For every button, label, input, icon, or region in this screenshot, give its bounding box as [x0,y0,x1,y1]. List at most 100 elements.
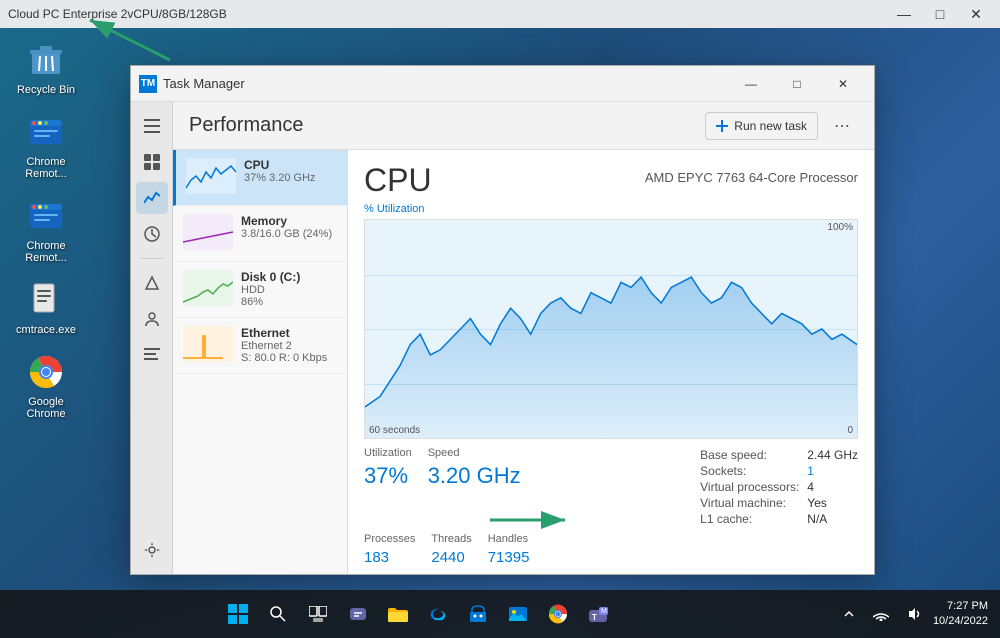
teams-button[interactable]: T M [580,596,616,632]
desktop-icon-chrome2[interactable]: Chrome Remot... [10,192,82,268]
tm-window-controls: — □ ✕ [728,66,866,102]
ethernet-resource-line2: S: 80.0 R: 0 Kbps [241,352,337,364]
chart-label-0: 0 [847,425,853,436]
ethernet-mini-chart [183,326,233,362]
speed-stat-value: 3.20 GHz [428,463,521,489]
svg-text:M: M [601,608,607,615]
proc-stats-row: Processes 183 Threads 2440 Handles 71395 [364,533,858,566]
outer-close-btn[interactable]: ✕ [960,4,992,24]
desktop-icon-chrome1[interactable]: Chrome Remot... [10,108,82,184]
tm-body: Performance Run new task ⋯ [131,102,874,574]
disk-resource-name: Disk 0 (C:) [241,270,337,284]
sidebar-icon-processes[interactable] [136,146,168,178]
resource-item-disk[interactable]: Disk 0 (C:) HDD 86% [173,262,347,318]
chart-label-100: 100% [827,222,853,233]
photos-icon [508,604,528,624]
resource-list: CPU 37% 3.20 GHz Memory [173,150,348,574]
search-button[interactable] [260,596,296,632]
outer-minimize-btn[interactable]: — [888,4,920,24]
start-button[interactable] [220,596,256,632]
resource-item-ethernet[interactable]: Ethernet Ethernet 2 S: 80.0 R: 0 Kbps [173,318,347,374]
disk-resource-info: Disk 0 (C:) HDD 86% [241,270,337,308]
system-clock[interactable]: 7:27 PM 10/24/2022 [933,599,988,630]
base-speed-label: Base speed: [700,447,807,463]
cpu-detail-header: CPU AMD EPYC 7763 64-Core Processor [364,162,858,199]
memory-mini-chart [183,214,233,250]
cpu-mini-chart [186,158,236,194]
tm-sidebar [131,102,173,574]
sidebar-icon-startup[interactable] [136,267,168,299]
performance-title: Performance [189,114,705,137]
grid-line-25 [365,384,857,385]
resource-item-cpu[interactable]: CPU 37% 3.20 GHz [173,150,347,206]
tm-minimize-btn[interactable]: — [728,66,774,102]
network-icon-btn[interactable] [869,602,893,626]
folder-icon [388,606,408,622]
store-button[interactable] [460,596,496,632]
google-chrome-label: Google Chrome [14,396,78,420]
desktop-icon-chrome[interactable]: Google Chrome [10,348,82,424]
resource-item-memory[interactable]: Memory 3.8/16.0 GB (24%) [173,206,347,262]
edge-button[interactable] [420,596,456,632]
taskbar: T M [0,590,1000,638]
sidebar-icon-menu[interactable] [136,110,168,142]
utilization-stat-value: 37% [364,463,412,489]
chat-button[interactable] [340,596,376,632]
clock-date: 10/24/2022 [933,614,988,629]
svg-text:T: T [592,613,597,622]
chat-icon [348,604,368,624]
cpu-title: CPU [364,162,432,199]
tm-app-icon: TM [139,75,157,93]
grid-line-75 [365,275,857,276]
outer-window-controls: — □ ✕ [888,4,992,24]
network-icon [873,607,889,621]
handles-label: Handles [488,533,530,545]
tm-maximize-btn[interactable]: □ [774,66,820,102]
cpu-detail-title: CPU [364,162,432,199]
tm-main-content: Performance Run new task ⋯ [173,102,874,574]
tm-title-text: Task Manager [163,76,245,91]
photos-button[interactable] [500,596,536,632]
run-new-task-btn[interactable]: Run new task [705,112,818,140]
more-options-btn[interactable]: ⋯ [826,112,858,140]
processes-value: 183 [364,549,415,566]
vm-row: Virtual machine: Yes [700,495,858,511]
vp-label: Virtual processors: [700,479,807,495]
search-icon [269,605,287,623]
memory-resource-name: Memory [241,214,337,228]
processes-label: Processes [364,533,415,545]
cpu-chart: 100% 60 seconds 0 [364,219,858,439]
recycle-bin-label: Recycle Bin [17,84,75,96]
utilization-stat-label: Utilization [364,447,412,459]
ethernet-resource-name: Ethernet [241,326,337,340]
explorer-button[interactable] [380,596,416,632]
threads-value: 2440 [431,549,471,566]
sidebar-icon-settings[interactable] [136,534,168,566]
recycle-bin-icon [26,40,66,80]
desktop-icon-cmtrace[interactable]: cmtrace.exe [10,276,82,340]
tm-content-area: CPU 37% 3.20 GHz Memory [173,150,874,574]
right-stats-table: Base speed: 2.44 GHz Sockets: 1 Virtual … [700,447,858,527]
cpu-resource-name: CPU [244,158,337,172]
volume-icon-btn[interactable] [901,602,925,626]
ethernet-resource-line1: Ethernet 2 [241,340,337,352]
vp-value: 4 [807,479,858,495]
sidebar-icon-apphistory[interactable] [136,218,168,250]
tm-close-btn[interactable]: ✕ [820,66,866,102]
sidebar-icon-performance[interactable] [136,182,168,214]
volume-icon [905,607,921,621]
utilization-label: % Utilization [364,203,858,215]
threads-col: Threads 2440 [431,533,471,566]
cpu-resource-info: CPU 37% 3.20 GHz [244,158,337,184]
desktop-icon-recycle[interactable]: Recycle Bin [10,36,82,100]
sidebar-icon-details[interactable] [136,339,168,371]
taskview-button[interactable] [300,596,336,632]
cmtrace-icon [26,280,66,320]
chrome-taskbar-button[interactable] [540,596,576,632]
show-hidden-icons[interactable] [837,602,861,626]
outer-maximize-btn[interactable]: □ [924,4,956,24]
sidebar-icon-users[interactable] [136,303,168,335]
run-task-label: Run new task [734,119,807,133]
vm-label: Virtual machine: [700,495,807,511]
processes-col: Processes 183 [364,533,415,566]
